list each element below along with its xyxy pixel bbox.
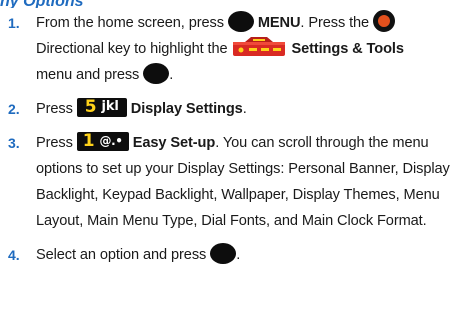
step-1: 1. From the home screen, press MENU. Pre…	[0, 10, 452, 88]
menu-label: MENU	[257, 15, 301, 31]
step-text: Select an option and press .	[36, 242, 452, 268]
step-3-text-a: Press	[36, 135, 73, 151]
section-header-fragment: ny Options	[0, 0, 120, 8]
step-2: 2. Press 5 jkl Display Settings.	[0, 96, 452, 122]
step-2-text-b: .	[242, 101, 247, 117]
key-1-letters: @․•	[99, 134, 123, 149]
ok-key-icon	[143, 62, 170, 84]
step-number: 2.	[8, 101, 20, 117]
step-1-text-e: .	[169, 67, 174, 83]
step-4: 4. Select an option and press .	[0, 242, 452, 268]
ok-key-icon	[210, 242, 237, 264]
key-5-digit: 5	[84, 97, 97, 118]
step-3: 3. Press 1 @․• Easy Set-up. You can scrol…	[0, 130, 452, 234]
directional-key-icon	[373, 10, 396, 33]
settings-tools-icon	[233, 37, 286, 57]
step-2-text-a: Press	[36, 101, 73, 117]
step-number: 3.	[8, 135, 20, 151]
display-settings-label: Display Settings	[130, 101, 243, 117]
step-number: 1.	[8, 15, 20, 31]
section-header-text: ny Options	[0, 0, 120, 8]
step-4-text-a: Select an option and press	[36, 247, 207, 263]
step-number: 4.	[8, 247, 20, 263]
step-text: From the home screen, press MENU. Press …	[36, 10, 452, 88]
ok-key-icon	[227, 10, 254, 32]
key-5-icon: 5 jkl	[76, 97, 127, 117]
settings-tools-label: Settings & Tools	[291, 41, 404, 57]
key-1-icon: 1 @․•	[76, 131, 129, 151]
step-text: Press 1 @․• Easy Set-up. You can scroll t…	[36, 130, 452, 234]
easy-setup-label: Easy Set-up	[132, 135, 216, 151]
step-1-text-d: menu and press	[36, 67, 140, 83]
step-4-text-b: .	[236, 247, 241, 263]
step-text: Press 5 jkl Display Settings.	[36, 96, 452, 122]
step-1-text-a: From the home screen, press	[36, 15, 224, 31]
instruction-steps: 1. From the home screen, press MENU. Pre…	[0, 8, 452, 268]
key-1-digit: 1	[82, 131, 95, 152]
step-1-text-c: Directional key to highlight the	[36, 41, 228, 57]
step-1-text-b: . Press the	[300, 15, 370, 31]
key-5-letters: jkl	[101, 99, 119, 115]
